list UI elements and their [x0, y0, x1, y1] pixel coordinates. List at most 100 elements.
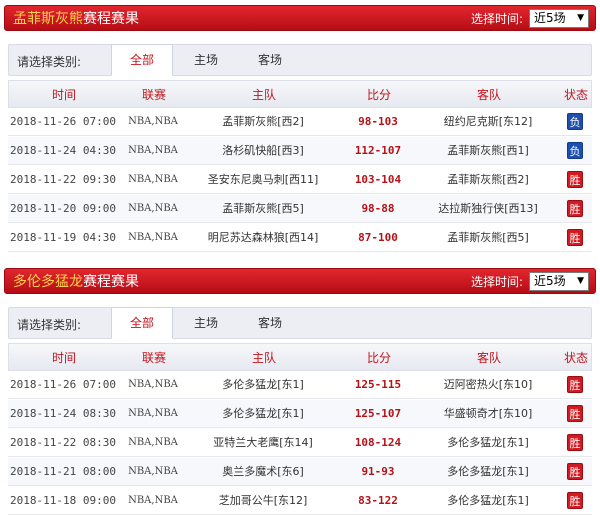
tab-home[interactable]: 主场 [175, 308, 237, 339]
panel-title-bar: 多伦多猛龙赛程赛果 选择时间: 近5场 ▼ [4, 268, 596, 294]
table-row[interactable]: 2018-11-18 09:00 NBA,NBA 芝加哥公牛[东12] 83-122 多… [8, 487, 592, 515]
tab-away[interactable]: 客场 [239, 45, 301, 76]
home-team[interactable]: 孟菲斯灰熊[西5] [188, 195, 338, 223]
match-score[interactable]: 87-100 [338, 224, 418, 252]
away-team[interactable]: 孟菲斯灰熊[西5] [418, 224, 558, 252]
away-team[interactable]: 多伦多猛龙[东1] [418, 458, 558, 486]
filter-label: 请选择类别: [17, 318, 82, 332]
result-cell: 负 [558, 137, 592, 165]
away-team[interactable]: 多伦多猛龙[东1] [418, 487, 558, 515]
match-time: 2018-11-26 07:00 [10, 115, 116, 128]
result-cell: 胜 [558, 400, 592, 428]
league-name: NBA,NBA [128, 437, 178, 448]
league-name: NBA,NBA [128, 379, 178, 390]
home-team[interactable]: 多伦多猛龙[东1] [188, 400, 338, 428]
table-header: 时间 联赛 主队 比分 客队 状态 [8, 343, 592, 371]
result-badge: 负 [567, 142, 583, 159]
away-team[interactable]: 纽约尼克斯[东12] [418, 108, 558, 136]
panel-title-bar: 孟菲斯灰熊赛程赛果 选择时间: 近5场 ▼ [4, 5, 596, 31]
league-name: NBA,NBA [128, 408, 178, 419]
time-select-value: 近5场 [534, 11, 566, 25]
header-home: 主队 [251, 351, 276, 365]
league-name: NBA,NBA [128, 495, 178, 506]
tab-all[interactable]: 全部 [111, 44, 173, 76]
league-name: NBA,NBA [128, 203, 178, 214]
table-row[interactable]: 2018-11-22 09:30 NBA,NBA 圣安东尼奥马刺[西11] 103-1… [8, 166, 592, 194]
category-filter-bar: 请选择类别: 全部 主场 客场 [8, 307, 592, 339]
league-name: NBA,NBA [128, 232, 178, 243]
time-select-value: 近5场 [534, 274, 566, 288]
league-name: NBA,NBA [128, 145, 178, 156]
match-time: 2018-11-22 09:30 [10, 173, 116, 186]
away-team[interactable]: 多伦多猛龙[东1] [418, 429, 558, 457]
home-team[interactable]: 奥兰多魔术[东6] [188, 458, 338, 486]
table-row[interactable]: 2018-11-19 04:30 NBA,NBA 明尼苏达森林狼[西14] 87-10… [8, 224, 592, 252]
match-score[interactable]: 83-122 [338, 487, 418, 515]
match-time: 2018-11-21 08:00 [10, 465, 116, 478]
home-team[interactable]: 明尼苏达森林狼[西14] [188, 224, 338, 252]
table-row[interactable]: 2018-11-21 08:00 NBA,NBA 奥兰多魔术[东6] 91-93 多伦多… [8, 458, 592, 486]
home-team[interactable]: 多伦多猛龙[东1] [188, 371, 338, 399]
header-league: 联赛 [141, 351, 166, 365]
table-row[interactable]: 2018-11-24 04:30 NBA,NBA 洛杉矶快船[西3] 112-107 孟… [8, 137, 592, 165]
header-time: 时间 [51, 88, 76, 102]
match-score[interactable]: 103-104 [338, 166, 418, 194]
header-status: 状态 [563, 351, 588, 365]
match-score[interactable]: 91-93 [338, 458, 418, 486]
match-score[interactable]: 125-107 [338, 400, 418, 428]
table-row[interactable]: 2018-11-24 08:30 NBA,NBA 多伦多猛龙[东1] 125-107 华… [8, 400, 592, 428]
table-row[interactable]: 2018-11-26 07:00 NBA,NBA 多伦多猛龙[东1] 125-115 迈… [8, 371, 592, 399]
match-time: 2018-11-18 09:00 [10, 494, 116, 507]
result-badge: 胜 [567, 200, 583, 217]
result-cell: 胜 [558, 429, 592, 457]
result-cell: 胜 [558, 458, 592, 486]
away-team[interactable]: 迈阿密热火[东10] [418, 371, 558, 399]
tab-away[interactable]: 客场 [239, 308, 301, 339]
league-name: NBA,NBA [128, 116, 178, 127]
header-score: 比分 [366, 351, 391, 365]
result-cell: 胜 [558, 195, 592, 223]
header-league: 联赛 [141, 88, 166, 102]
time-select[interactable]: 近5场 ▼ [529, 9, 589, 28]
match-score[interactable]: 98-103 [338, 108, 418, 136]
away-team[interactable]: 孟菲斯灰熊[西2] [418, 166, 558, 194]
league-name: NBA,NBA [128, 466, 178, 477]
tab-home[interactable]: 主场 [175, 45, 237, 76]
chevron-down-icon: ▼ [577, 13, 584, 23]
home-team[interactable]: 洛杉矶快船[西3] [188, 137, 338, 165]
result-badge: 胜 [567, 434, 583, 451]
home-team[interactable]: 圣安东尼奥马刺[西11] [188, 166, 338, 194]
home-team[interactable]: 芝加哥公牛[东12] [188, 487, 338, 515]
match-time: 2018-11-24 04:30 [10, 144, 116, 157]
result-badge: 胜 [567, 463, 583, 480]
home-team[interactable]: 孟菲斯灰熊[西2] [188, 108, 338, 136]
away-team[interactable]: 孟菲斯灰熊[西1] [418, 137, 558, 165]
time-select[interactable]: 近5场 ▼ [529, 272, 589, 291]
header-away: 客队 [476, 88, 501, 102]
away-team[interactable]: 华盛顿奇才[东10] [418, 400, 558, 428]
table-row[interactable]: 2018-11-20 09:00 NBA,NBA 孟菲斯灰熊[西5] 98-88 达拉斯… [8, 195, 592, 223]
match-time: 2018-11-24 08:30 [10, 407, 116, 420]
match-time: 2018-11-26 07:00 [10, 378, 116, 391]
match-time: 2018-11-20 09:00 [10, 202, 116, 215]
title-suffix: 赛程赛果 [83, 11, 139, 27]
match-score[interactable]: 112-107 [338, 137, 418, 165]
time-select-label: 选择时间: [470, 12, 523, 26]
match-time: 2018-11-19 04:30 [10, 231, 116, 244]
result-badge: 胜 [567, 492, 583, 509]
title-suffix: 赛程赛果 [83, 274, 139, 290]
team-name: 多伦多猛龙 [13, 274, 83, 290]
home-team[interactable]: 亚特兰大老鹰[东14] [188, 429, 338, 457]
match-score[interactable]: 125-115 [338, 371, 418, 399]
match-score[interactable]: 98-88 [338, 195, 418, 223]
tab-all[interactable]: 全部 [111, 307, 173, 339]
header-time: 时间 [51, 351, 76, 365]
table-row[interactable]: 2018-11-26 07:00 NBA,NBA 孟菲斯灰熊[西2] 98-103 纽约… [8, 108, 592, 136]
match-score[interactable]: 108-124 [338, 429, 418, 457]
panel-title: 多伦多猛龙赛程赛果 [13, 273, 139, 291]
result-badge: 胜 [567, 229, 583, 246]
header-status: 状态 [563, 88, 588, 102]
time-select-label: 选择时间: [470, 275, 523, 289]
table-row[interactable]: 2018-11-22 08:30 NBA,NBA 亚特兰大老鹰[东14] 108-12… [8, 429, 592, 457]
away-team[interactable]: 达拉斯独行侠[西13] [418, 195, 558, 223]
